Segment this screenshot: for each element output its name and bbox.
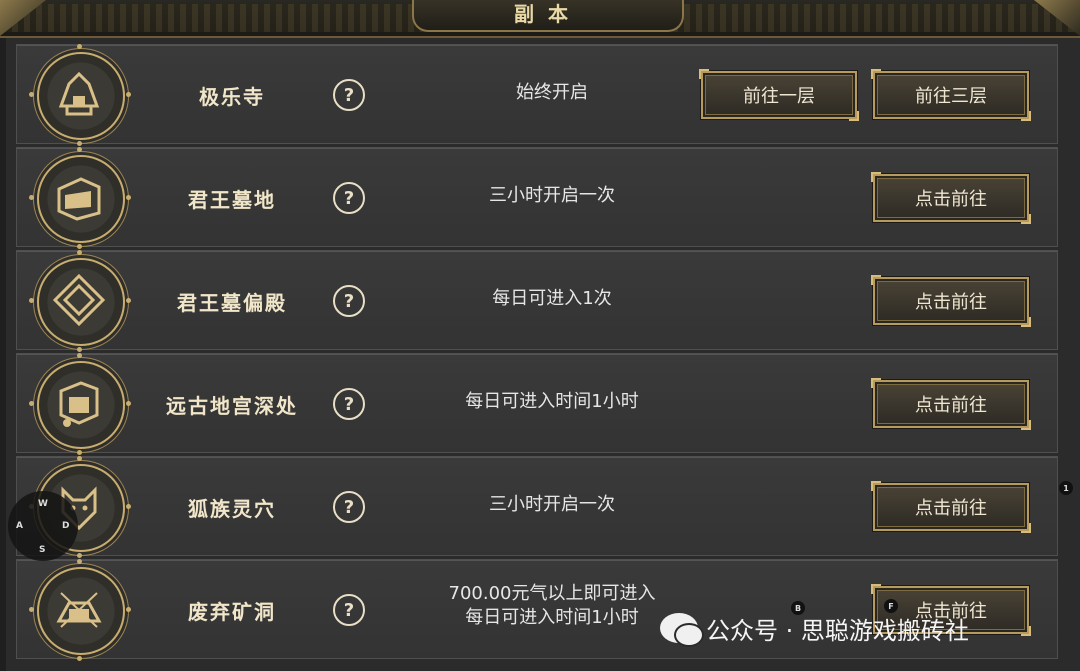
dungeon-list-panel: 极乐寺 ? 始终开启 前往一层 前往三层 君王墓地 ? 三小时开启一次 点击前往… xyxy=(6,38,1080,671)
page-title: 副本 xyxy=(514,1,582,26)
key-d: D xyxy=(62,521,70,531)
goto-button[interactable]: 点击前往 xyxy=(871,378,1031,430)
dungeon-schedule: 每日可进入1次 xyxy=(492,288,612,309)
dungeon-name: 远古地宫深处 xyxy=(166,394,298,418)
dungeon-row: 君王墓地 ? 三小时开启一次 点击前往 xyxy=(16,147,1058,249)
mine-icon xyxy=(29,559,131,661)
temple-icon xyxy=(29,44,131,146)
dungeon-name: 废弃矿洞 xyxy=(188,600,276,624)
dungeon-schedule: 三小时开启一次 xyxy=(489,494,615,515)
help-icon[interactable]: ? xyxy=(333,285,365,317)
goto-floor-1-button[interactable]: 前往一层 xyxy=(699,69,859,121)
dungeon-requirement: 700.00元气以上即可进入 每日可进入时间1小时 xyxy=(417,582,687,630)
dungeon-schedule: 三小时开启一次 xyxy=(489,185,615,206)
goto-button[interactable]: 点击前往 xyxy=(871,172,1031,224)
dungeon-name: 极乐寺 xyxy=(199,85,265,109)
palace-icon xyxy=(29,353,131,455)
dungeon-schedule: 每日可进入时间1小时 xyxy=(465,391,639,412)
top-banner: 副本 xyxy=(0,0,1080,38)
hotkey-hint-1: 1 xyxy=(1059,481,1073,495)
goto-floor-3-button[interactable]: 前往三层 xyxy=(871,69,1031,121)
dungeon-row: 君王墓偏殿 ? 每日可进入1次 点击前往 xyxy=(16,250,1058,352)
tomb-icon xyxy=(29,147,131,249)
dungeon-schedule: 始终开启 xyxy=(516,82,588,103)
schedule-line: 每日可进入时间1小时 xyxy=(465,607,639,628)
help-icon[interactable]: ? xyxy=(333,79,365,111)
dungeon-row: 狐族灵穴 ? 三小时开启一次 点击前往 xyxy=(16,456,1058,558)
help-icon[interactable]: ? xyxy=(333,491,365,523)
dungeon-row: 极乐寺 ? 始终开启 前往一层 前往三层 xyxy=(16,44,1058,146)
key-a: A xyxy=(16,521,23,531)
wechat-watermark: 公众号 · 思聪游戏搬砖社 xyxy=(660,610,969,647)
hall-icon xyxy=(29,250,131,352)
goto-button[interactable]: 点击前往 xyxy=(871,481,1031,533)
key-w: W xyxy=(38,499,48,509)
title-plate: 副本 xyxy=(412,0,684,32)
wechat-icon xyxy=(660,613,704,647)
dungeon-name: 君王墓地 xyxy=(188,188,276,212)
dungeon-row: 远古地宫深处 ? 每日可进入时间1小时 点击前往 xyxy=(16,353,1058,455)
help-icon[interactable]: ? xyxy=(333,182,365,214)
movement-joystick[interactable]: W A D S xyxy=(8,491,78,561)
dungeon-name: 狐族灵穴 xyxy=(188,497,276,521)
goto-button[interactable]: 点击前往 xyxy=(871,275,1031,327)
watermark-text: 公众号 · 思聪游戏搬砖社 xyxy=(706,616,969,645)
key-s: S xyxy=(39,545,46,555)
requirement-line: 700.00元气以上即可进入 xyxy=(448,583,656,604)
help-icon[interactable]: ? xyxy=(333,594,365,626)
dungeon-name: 君王墓偏殿 xyxy=(177,291,287,315)
help-icon[interactable]: ? xyxy=(333,388,365,420)
